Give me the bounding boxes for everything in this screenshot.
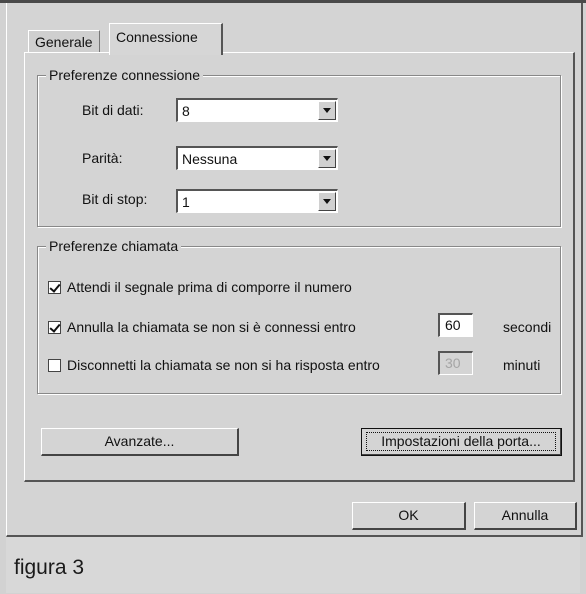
tab-panel-connessione: Preferenze connessione Bit di dati: 8 Pa… [24, 52, 575, 482]
tab-generale-label: Generale [35, 34, 93, 50]
disconnect-idle-checkbox[interactable] [48, 359, 61, 372]
tab-connessione[interactable]: Connessione [109, 23, 223, 55]
figure-caption: figura 3 [14, 556, 85, 579]
cancel-call-label[interactable]: Annulla la chiamata se non si è connessi… [67, 318, 356, 336]
stop-bits-value: 1 [182, 194, 190, 210]
parity-select[interactable]: Nessuna [176, 146, 338, 170]
cancel-button-label: Annulla [501, 507, 549, 523]
tab-connessione-label: Connessione [116, 29, 198, 45]
cancel-call-seconds-input[interactable]: 60 [438, 313, 473, 337]
cancel-call-unit: secondi [503, 319, 552, 335]
chevron-down-icon[interactable] [318, 192, 336, 211]
modem-properties-dialog: Generale Connessione Preferenze connessi… [6, 3, 583, 537]
data-bits-label: Bit di dati: [82, 102, 144, 118]
focus-ring [366, 432, 556, 451]
tab-generale[interactable]: Generale [28, 30, 100, 54]
stop-bits-select[interactable]: 1 [176, 189, 338, 213]
caption-area [6, 537, 580, 593]
call-preferences-legend: Preferenze chiamata [46, 238, 182, 254]
cancel-button[interactable]: Annulla [474, 502, 577, 530]
data-bits-select[interactable]: 8 [176, 98, 338, 122]
connection-preferences-legend: Preferenze connessione [46, 67, 203, 83]
disconnect-idle-label[interactable]: Disconnetti la chiamata se non si ha ris… [67, 356, 380, 374]
screenshot-frame: Generale Connessione Preferenze connessi… [0, 0, 586, 594]
advanced-button-label: Avanzate... [104, 433, 175, 449]
data-bits-value: 8 [182, 103, 190, 119]
call-preferences-group: Preferenze chiamata Attendi il segnale p… [37, 238, 561, 394]
disconnect-idle-minutes-input: 30 [438, 351, 473, 375]
disconnect-idle-unit: minuti [503, 357, 541, 373]
wait-dial-tone-label[interactable]: Attendi il segnale prima di comporre il … [67, 278, 352, 296]
cancel-call-checkbox[interactable] [48, 321, 61, 334]
wait-dial-tone-checkbox[interactable] [48, 281, 61, 294]
ok-button-label: OK [398, 507, 419, 523]
ok-button[interactable]: OK [352, 502, 466, 530]
stop-bits-label: Bit di stop: [82, 191, 148, 207]
advanced-button[interactable]: Avanzate... [41, 428, 239, 456]
chevron-down-icon[interactable] [318, 101, 336, 120]
connection-preferences-group: Preferenze connessione Bit di dati: 8 Pa… [37, 67, 561, 227]
parity-value: Nessuna [182, 151, 238, 167]
chevron-down-icon[interactable] [318, 149, 336, 168]
parity-label: Parità: [82, 150, 123, 166]
port-settings-button[interactable]: Impostazioni della porta... [361, 428, 562, 456]
